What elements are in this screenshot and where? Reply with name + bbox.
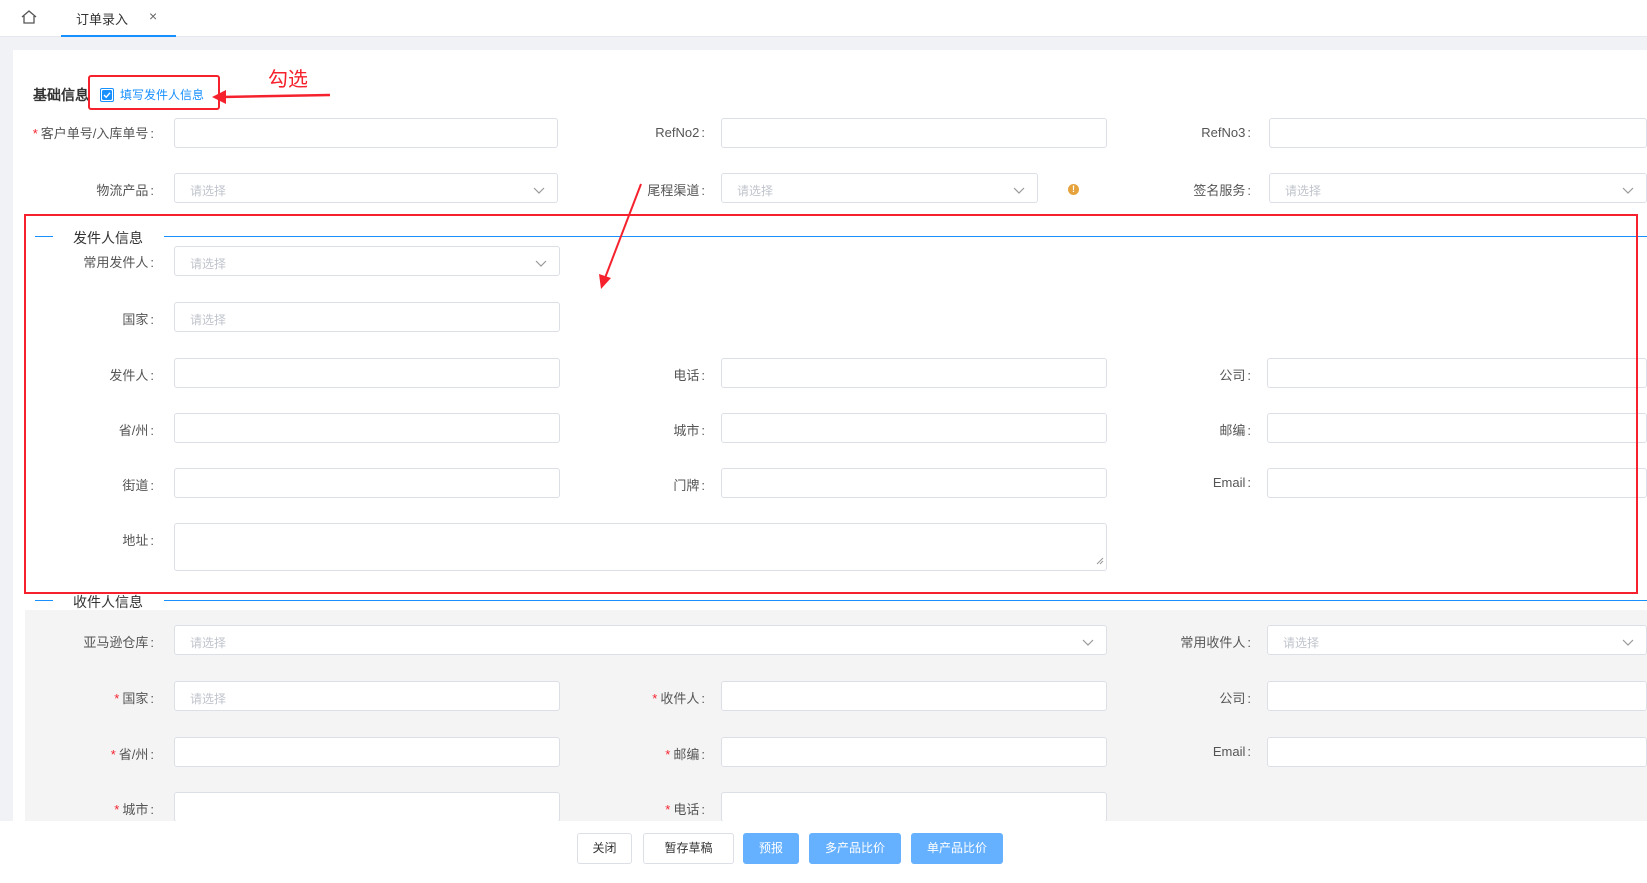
annotation-arrow-icon <box>212 90 642 289</box>
